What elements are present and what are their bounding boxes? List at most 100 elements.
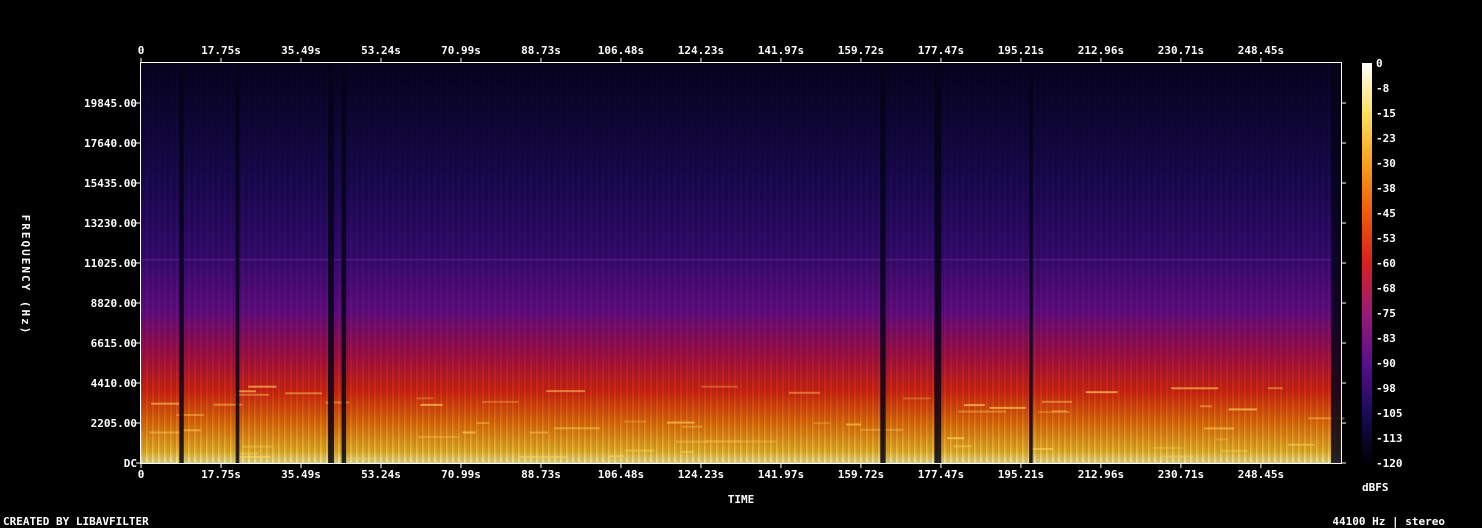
harmonic-band — [240, 452, 258, 455]
x-tick-label-top: 53.24s — [361, 44, 401, 57]
x-tick-label-bottom: 177.47s — [918, 468, 964, 481]
x-tick-label-bottom: 17.75s — [201, 468, 241, 481]
harmonic-band — [1204, 427, 1234, 430]
colorbar-tick-label: -98 — [1376, 382, 1396, 395]
colorbar-tick-label: -8 — [1376, 82, 1389, 95]
colorbar-tick-label: -53 — [1376, 232, 1396, 245]
harmonic-band — [813, 422, 831, 425]
x-tick-label-bottom: 88.73s — [521, 468, 561, 481]
y-tick-label: 6615.00 — [91, 337, 137, 350]
spectrogram-layer — [141, 63, 1345, 463]
x-tick-label-bottom: 212.96s — [1078, 468, 1124, 481]
harmonic-band — [846, 423, 861, 426]
harmonic-band — [243, 445, 273, 448]
colorbar-tick-label: -45 — [1376, 207, 1396, 220]
colorbar-tick-label: -60 — [1376, 257, 1396, 270]
harmonic-band — [964, 404, 985, 407]
harmonic-band — [609, 455, 625, 458]
harmonic-band — [681, 425, 703, 428]
harmonic-band — [705, 440, 740, 443]
colorbar-tick-label: -23 — [1376, 132, 1396, 145]
x-tick-label-top: 141.97s — [758, 44, 804, 57]
harmonic-band — [788, 391, 820, 394]
spectrogram-texture — [141, 63, 1341, 463]
harmonic-band — [958, 410, 1007, 413]
harmonic-band — [947, 437, 964, 440]
quiet-region — [179, 63, 184, 463]
harmonic-band — [903, 397, 931, 400]
colorbar-tick-label: -90 — [1376, 357, 1396, 370]
harmonic-band — [1228, 408, 1257, 411]
y-tick-label: 17640.00 — [84, 137, 137, 150]
harmonic-band — [183, 429, 201, 432]
harmonic-band — [476, 422, 490, 425]
harmonic-band — [529, 431, 548, 434]
quiet-region — [934, 63, 942, 463]
quiet-region — [235, 63, 240, 463]
x-tick-label-bottom: 159.72s — [838, 468, 884, 481]
harmonic-band — [1216, 438, 1228, 441]
colorbar-tick-label: -30 — [1376, 157, 1396, 170]
harmonic-band — [739, 440, 777, 443]
x-tick-label-top: 159.72s — [838, 44, 884, 57]
harmonic-band — [151, 402, 180, 405]
colorbar-gradient — [1362, 63, 1372, 463]
x-tick-label-bottom: 248.45s — [1238, 468, 1284, 481]
harmonic-band — [623, 420, 647, 423]
quiet-region — [341, 63, 347, 463]
harmonic-band — [462, 431, 476, 434]
x-axis-label: TIME — [728, 493, 755, 506]
colorbar-tick-label: 0 — [1376, 57, 1383, 70]
y-tick-label: DC — [124, 457, 137, 470]
harmonic-band — [235, 393, 269, 396]
harmonic-band — [1171, 387, 1219, 390]
colorbar-tick-label: -83 — [1376, 332, 1396, 345]
colorbar-tick-label: -120 — [1376, 457, 1403, 470]
harmonic-band — [236, 390, 257, 393]
harmonic-band — [1041, 400, 1072, 403]
x-tick-label-bottom: 141.97s — [758, 468, 804, 481]
harmonic-band — [625, 449, 655, 452]
x-tick-label-top: 0 — [138, 44, 145, 57]
x-tick-label-top: 106.48s — [598, 44, 644, 57]
y-tick-label: 15435.00 — [84, 177, 137, 190]
y-tick-label: 19845.00 — [84, 97, 137, 110]
harmonic-band — [1287, 443, 1315, 446]
harmonic-band — [1037, 411, 1071, 414]
x-tick-label-top: 88.73s — [521, 44, 561, 57]
x-tick-label-top: 124.23s — [678, 44, 724, 57]
x-tick-label-bottom: 0 — [138, 468, 145, 481]
harmonic-band — [1221, 449, 1248, 452]
quiet-region — [1331, 63, 1341, 463]
x-tick-label-top: 177.47s — [918, 44, 964, 57]
harmonic-band — [239, 456, 271, 458]
quiet-region — [328, 63, 334, 463]
colorbar-label: dBFS — [1362, 481, 1389, 494]
footer-audio-info: 44100 Hz | stereo — [1332, 515, 1445, 528]
x-tick-label-bottom: 195.21s — [998, 468, 1044, 481]
harmonic-band — [518, 456, 568, 458]
x-tick-label-top: 70.99s — [441, 44, 481, 57]
colorbar-tick-label: -38 — [1376, 182, 1396, 195]
colorbar-tick-label: -75 — [1376, 307, 1396, 320]
harmonic-band — [1152, 447, 1183, 449]
harmonic-band — [953, 445, 972, 448]
x-tick-label-bottom: 230.71s — [1158, 468, 1204, 481]
x-tick-label-bottom: 53.24s — [361, 468, 401, 481]
colorbar: 0 -8 -15 -23 -30 -38 -45 -53 -60 -68 -75 -83 -90 -98 -… — [1362, 57, 1403, 470]
spectrogram-chart: 0 0 17.75s 17.75s 35.49s 35.49s 53.24s 53.24s 70… — [3, 44, 1445, 528]
harmonic-band — [681, 451, 694, 453]
colorbar-tick-label: -68 — [1376, 282, 1396, 295]
x-tick-label-top: 212.96s — [1078, 44, 1124, 57]
y-tick-label: 8820.00 — [91, 297, 137, 310]
y-axis-label: FREQUENCY (Hz) — [19, 215, 32, 336]
harmonic-band — [989, 406, 1026, 409]
x-tick-label-top: 248.45s — [1238, 44, 1284, 57]
harmonic-band — [1032, 448, 1054, 450]
footer-credit: CREATED BY LIBAVFILTER — [3, 515, 149, 528]
harmonic-band — [285, 392, 322, 395]
y-tick-label: 13230.00 — [84, 217, 137, 230]
x-tick-label-bottom: 106.48s — [598, 468, 644, 481]
y-tick-label: 4410.00 — [91, 377, 137, 390]
harmonic-band — [482, 400, 519, 403]
